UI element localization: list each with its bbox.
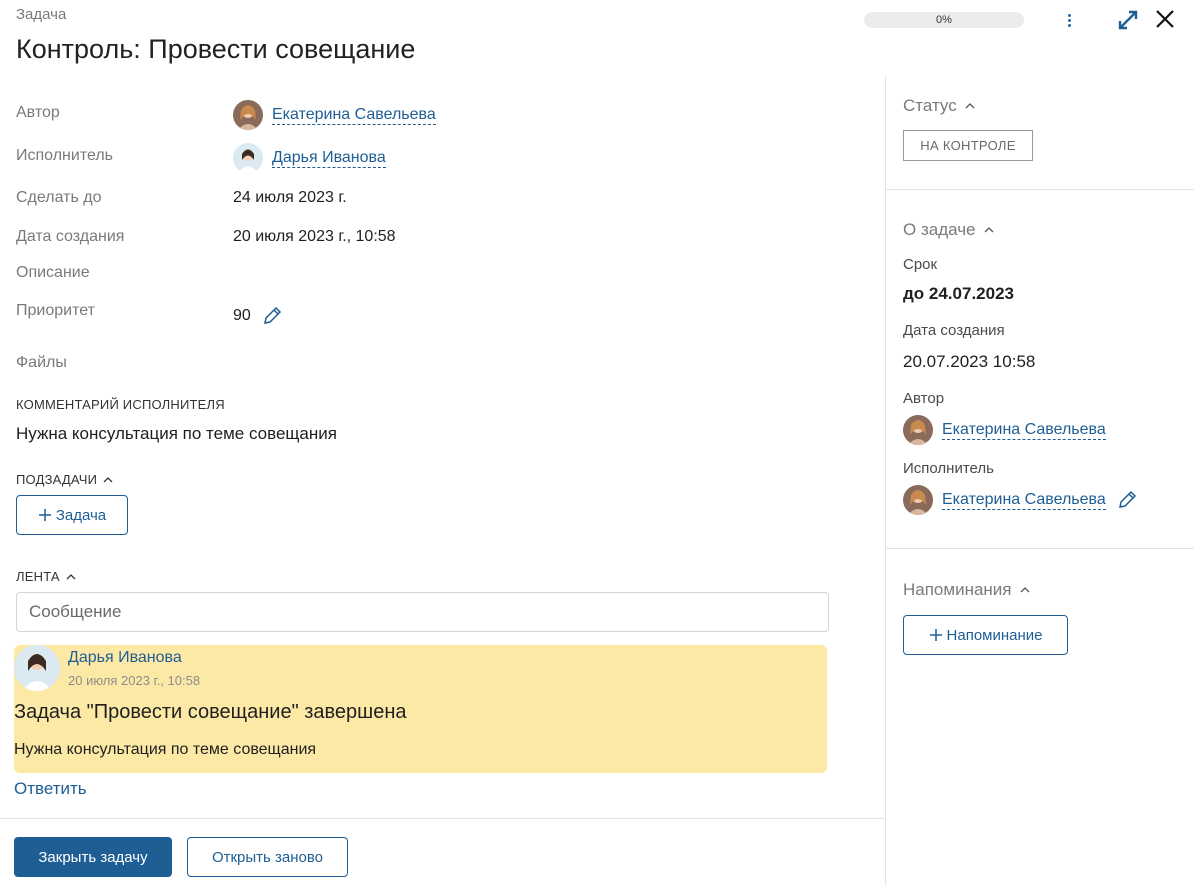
sidebar-author-link[interactable]: Екатерина Савельева: [942, 421, 1106, 440]
created-label: Дата создания: [16, 228, 125, 245]
due-label: Сделать до: [16, 189, 102, 206]
about-header[interactable]: О задаче: [903, 220, 994, 240]
deadline-label: Срок: [903, 256, 938, 273]
created-value: 20 июля 2023 г., 10:58: [233, 228, 396, 245]
reply-link[interactable]: Ответить: [14, 779, 87, 799]
page-subtitle: Задача: [16, 6, 67, 23]
chevron-up-icon: [103, 476, 113, 482]
feed-header[interactable]: ЛЕНТА: [16, 569, 76, 584]
chevron-up-icon: [1020, 587, 1029, 593]
author-value: Екатерина Савельева: [233, 100, 436, 130]
sidebar-created-label: Дата создания: [903, 322, 1005, 339]
sidebar-author-avatar: [903, 415, 933, 445]
sidebar-assignee-avatar: [903, 485, 933, 515]
sidebar-created-value: 20.07.2023 10:58: [903, 352, 1036, 371]
footer-divider: [0, 818, 885, 819]
deadline-value: до 24.07.2023: [903, 284, 1014, 303]
expand-icon[interactable]: [1116, 8, 1140, 32]
sidebar-assignee-label: Исполнитель: [903, 460, 994, 477]
comment-text: Нужна консультация по теме совещания: [16, 424, 337, 443]
reopen-button[interactable]: Открыть заново: [187, 837, 348, 877]
status-badge[interactable]: НА КОНТРОЛЕ: [903, 130, 1033, 161]
assignee-avatar: [233, 143, 263, 173]
files-label: Файлы: [16, 354, 67, 371]
subtasks-header[interactable]: ПОДЗАДАЧИ: [16, 472, 113, 487]
priority-label: Приоритет: [16, 302, 95, 319]
add-reminder-button[interactable]: Напоминание: [903, 615, 1068, 655]
priority-value-wrap: 90: [233, 305, 283, 327]
plus-icon: [929, 629, 942, 641]
edit-assignee-icon[interactable]: [1116, 489, 1138, 511]
chevron-up-icon: [984, 227, 993, 233]
sidebar-assignee-link[interactable]: Екатерина Савельева: [942, 491, 1106, 510]
more-menu-icon[interactable]: [1060, 10, 1078, 30]
due-value: 24 июля 2023 г.: [233, 189, 347, 206]
status-title: Статус: [903, 96, 957, 115]
progress-bar: 0%: [864, 12, 1024, 28]
feed-title: ЛЕНТА: [16, 569, 60, 584]
feed-timestamp: 20 июля 2023 г., 10:58: [68, 673, 201, 688]
author-link[interactable]: Екатерина Савельева: [272, 106, 436, 125]
sidebar-author: Екатерина Савельева: [903, 415, 1106, 445]
plus-icon: [38, 509, 51, 521]
sidebar-author-label: Автор: [903, 390, 945, 407]
page-title: Контроль: Провести совещание: [16, 34, 416, 64]
add-subtask-button[interactable]: Задача: [16, 495, 128, 535]
panel-divider: [885, 76, 886, 885]
subtasks-title: ПОДЗАДАЧИ: [16, 472, 98, 487]
feed-entry-title: Задача "Провести совещание" завершена: [14, 701, 407, 723]
close-task-button[interactable]: Закрыть задачу: [14, 837, 172, 877]
add-subtask-label: Задача: [55, 506, 107, 524]
reminders-header[interactable]: Напоминания: [903, 580, 1030, 600]
author-avatar: [233, 100, 263, 130]
edit-priority-icon[interactable]: [261, 305, 283, 327]
author-label: Автор: [16, 104, 60, 121]
reminders-title: Напоминания: [903, 580, 1012, 599]
add-reminder-label: Напоминание: [946, 626, 1043, 644]
sidebar-assignee: Екатерина Савельева: [903, 485, 1138, 515]
progress-label: 0%: [936, 14, 952, 26]
feed-entry-text: Нужна консультация по теме совещания: [14, 741, 317, 758]
sidebar-divider: [886, 548, 1194, 549]
sidebar-divider: [886, 189, 1194, 190]
feed-author-link[interactable]: Дарья Иванова: [68, 649, 182, 667]
feed-author-avatar: [14, 645, 60, 691]
priority-value: 90: [233, 307, 251, 324]
assignee-label: Исполнитель: [16, 147, 114, 164]
assignee-value: Дарья Иванова: [233, 143, 386, 173]
message-input[interactable]: [16, 592, 829, 632]
status-header[interactable]: Статус: [903, 96, 975, 116]
chevron-up-icon: [965, 103, 975, 109]
about-title: О задаче: [903, 220, 976, 239]
chevron-up-icon: [66, 573, 76, 579]
assignee-link[interactable]: Дарья Иванова: [272, 149, 386, 168]
close-icon[interactable]: [1152, 6, 1178, 32]
comment-title: КОММЕНТАРИЙ ИСПОЛНИТЕЛЯ: [16, 397, 225, 412]
description-label: Описание: [16, 264, 90, 281]
feed-entry: Дарья Иванова 20 июля 2023 г., 10:58 Зад…: [14, 645, 827, 773]
